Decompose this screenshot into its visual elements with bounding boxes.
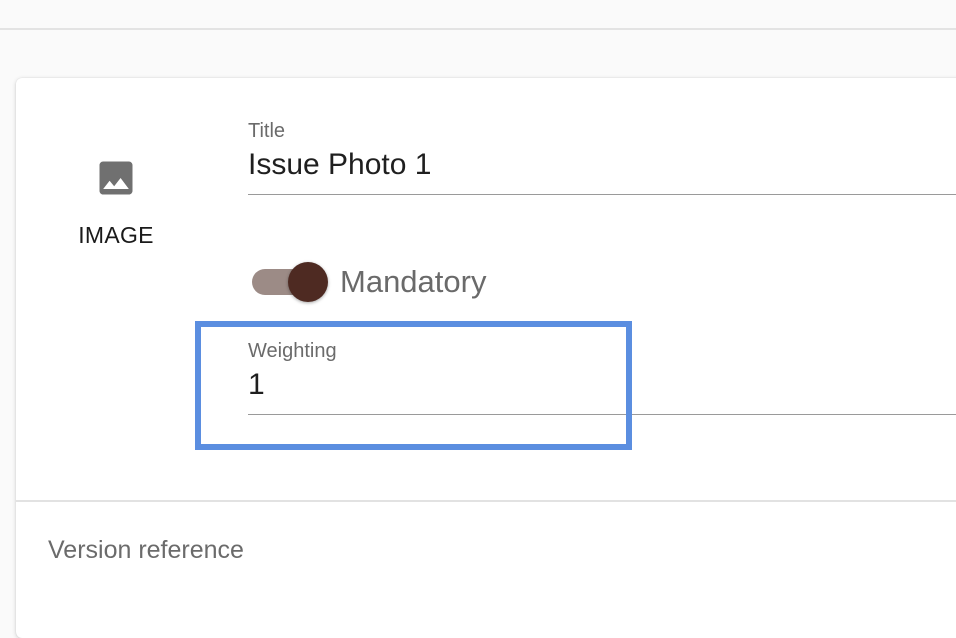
- version-reference-field[interactable]: Version reference: [48, 536, 244, 565]
- question-type-label: IMAGE: [78, 222, 154, 248]
- image-icon: [99, 161, 133, 195]
- mandatory-label: Mandatory: [340, 264, 487, 299]
- mandatory-toggle-row: Mandatory: [252, 260, 486, 304]
- question-card: IMAGE Title Issue Photo 1 Mandatory Weig…: [16, 78, 956, 638]
- title-field-label: Title: [248, 120, 286, 142]
- section-divider: [16, 500, 956, 502]
- mandatory-toggle[interactable]: [252, 260, 328, 304]
- top-bar: [0, 0, 956, 30]
- toggle-thumb[interactable]: [288, 262, 328, 302]
- title-input[interactable]: Issue Photo 1: [248, 148, 956, 195]
- title-field[interactable]: Title Issue Photo 1: [248, 120, 956, 195]
- highlight-box: [195, 321, 632, 450]
- question-type: IMAGE: [72, 156, 160, 249]
